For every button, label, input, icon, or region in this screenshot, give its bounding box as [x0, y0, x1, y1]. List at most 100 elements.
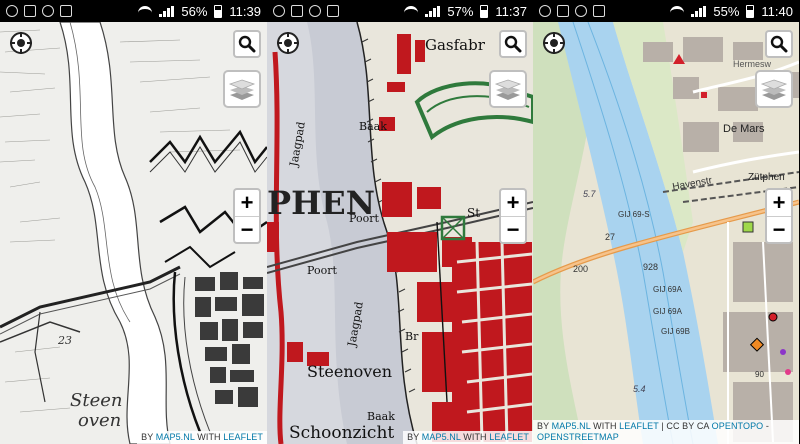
wifi-icon	[138, 6, 153, 16]
locate-button[interactable]	[275, 30, 301, 56]
clock: 11:39	[229, 3, 261, 19]
zoom-in-button[interactable]: +	[235, 190, 259, 216]
clock: 11:40	[761, 3, 793, 19]
battery-icon	[214, 4, 223, 18]
map-attribution: BY MAP5.NL WITH LEAFLET | CC BY CA OPENT…	[533, 420, 799, 444]
attribution-text: WITH	[197, 432, 221, 442]
leaflet-link[interactable]: LEAFLET	[223, 432, 263, 442]
attribution-text: BY	[537, 421, 550, 431]
battery-percent: 55%	[713, 3, 740, 19]
attribution-text: BY	[141, 432, 154, 442]
notification-icon	[539, 5, 551, 17]
leaflet-link[interactable]: LEAFLET	[619, 421, 659, 431]
battery-percent: 56%	[181, 3, 208, 19]
map-label-place: St	[467, 206, 480, 220]
crosshair-icon	[277, 32, 299, 54]
map-label-marker: GIJ 69A	[653, 307, 683, 316]
map-label-place: Poort	[307, 264, 337, 277]
zoom-out-button[interactable]: −	[767, 216, 791, 242]
battery-icon	[746, 4, 755, 18]
zoom-control: + −	[499, 188, 527, 244]
map-label-elevation: 5.4	[633, 384, 646, 394]
map-attribution: BY MAP5.NL WITH LEAFLET	[137, 431, 267, 444]
zoom-out-button[interactable]: −	[501, 216, 525, 242]
notification-icon	[42, 5, 54, 17]
zoom-in-button[interactable]: +	[501, 190, 525, 216]
map-label-place: Steen	[70, 390, 122, 411]
notification-icon	[575, 5, 587, 17]
notification-icon	[291, 5, 303, 17]
map-label-place: Br	[405, 330, 419, 343]
map-label-road-number: 928	[643, 262, 658, 272]
openstreetmap-link[interactable]: OPENSTREETMAP	[537, 432, 619, 442]
signal-icon	[691, 5, 707, 17]
attribution-text: WITH	[593, 421, 617, 431]
map-label-place: Baak	[359, 120, 387, 133]
status-bar: 57% 11:37	[267, 0, 533, 22]
search-icon	[504, 35, 522, 53]
map-label-elevation: 5.7	[583, 189, 597, 199]
map-label-number: 23	[57, 334, 72, 347]
map5-link[interactable]: MAP5.NL	[156, 432, 195, 442]
map-label-street: Hermesw	[733, 59, 772, 69]
layers-button[interactable]	[489, 70, 527, 108]
map-label-road-number: 200	[573, 264, 588, 274]
map5-link[interactable]: MAP5.NL	[422, 432, 461, 442]
layers-icon	[494, 79, 522, 100]
notification-icon	[273, 5, 285, 17]
screenshot-collage: 56% 11:39 23 Steen oven + − BY MAP5.NL W…	[0, 0, 800, 444]
map-label-place: Steenoven	[307, 362, 392, 381]
zoom-in-button[interactable]: +	[767, 190, 791, 216]
notification-icon	[327, 5, 339, 17]
opentopo-link[interactable]: OPENTOPO	[712, 421, 764, 431]
locate-button[interactable]	[541, 30, 567, 56]
map-label-place: oven	[78, 410, 121, 431]
signal-icon	[159, 5, 175, 17]
status-bar: 56% 11:39	[0, 0, 267, 22]
search-icon	[238, 35, 256, 53]
leaflet-link[interactable]: LEAFLET	[489, 432, 529, 442]
notification-icon	[309, 5, 321, 17]
notification-icon	[6, 5, 18, 17]
search-button[interactable]	[765, 30, 793, 58]
notification-icon	[24, 5, 36, 17]
phone-screen-2: 57% 11:37 Gasfabr Jaagpad Baak PHEN Poor…	[267, 0, 533, 444]
battery-icon	[480, 4, 489, 18]
map-label-place: Baak	[367, 410, 395, 423]
attribution-text: -	[765, 421, 770, 431]
map-label-place: Gasfabr	[425, 36, 486, 54]
map5-link[interactable]: MAP5.NL	[552, 421, 591, 431]
map-label-road-number: 27	[605, 232, 615, 242]
phone-screen-1: 56% 11:39 23 Steen oven + − BY MAP5.NL W…	[0, 0, 267, 444]
map-label-marker: GIJ 69B	[661, 327, 690, 336]
zoom-out-button[interactable]: −	[235, 216, 259, 242]
map-attribution: BY MAP5.NL WITH LEAFLET	[403, 431, 533, 444]
layers-icon	[760, 79, 788, 100]
zoom-control: + −	[765, 188, 793, 244]
wifi-icon	[404, 6, 419, 16]
zoom-control: + −	[233, 188, 261, 244]
map-label-marker: GIJ 69-S	[618, 210, 650, 219]
notification-icon	[60, 5, 72, 17]
map-label-number: 90	[755, 370, 764, 379]
search-button[interactable]	[499, 30, 527, 58]
map-label-marker: GIJ 69A	[653, 285, 683, 294]
map-label-place: Schoonzicht	[289, 423, 394, 443]
map-label-place: Zütphen	[748, 172, 785, 183]
map-label-place: De Mars	[723, 123, 765, 135]
attribution-text: BY	[407, 432, 420, 442]
locate-button[interactable]	[8, 30, 34, 56]
signal-icon	[425, 5, 441, 17]
status-bar: 55% 11:40	[533, 0, 799, 22]
phone-screen-3: 55% 11:40 Hermesw De Mars Havenstr Zütph…	[533, 0, 799, 444]
wifi-icon	[670, 6, 685, 16]
search-icon	[770, 35, 788, 53]
clock: 11:37	[495, 3, 527, 19]
map-label-place: Poort	[349, 212, 379, 225]
notification-icon	[593, 5, 605, 17]
attribution-text: WITH	[463, 432, 487, 442]
search-button[interactable]	[233, 30, 261, 58]
layers-button[interactable]	[223, 70, 261, 108]
notification-icon	[557, 5, 569, 17]
layers-button[interactable]	[755, 70, 793, 108]
